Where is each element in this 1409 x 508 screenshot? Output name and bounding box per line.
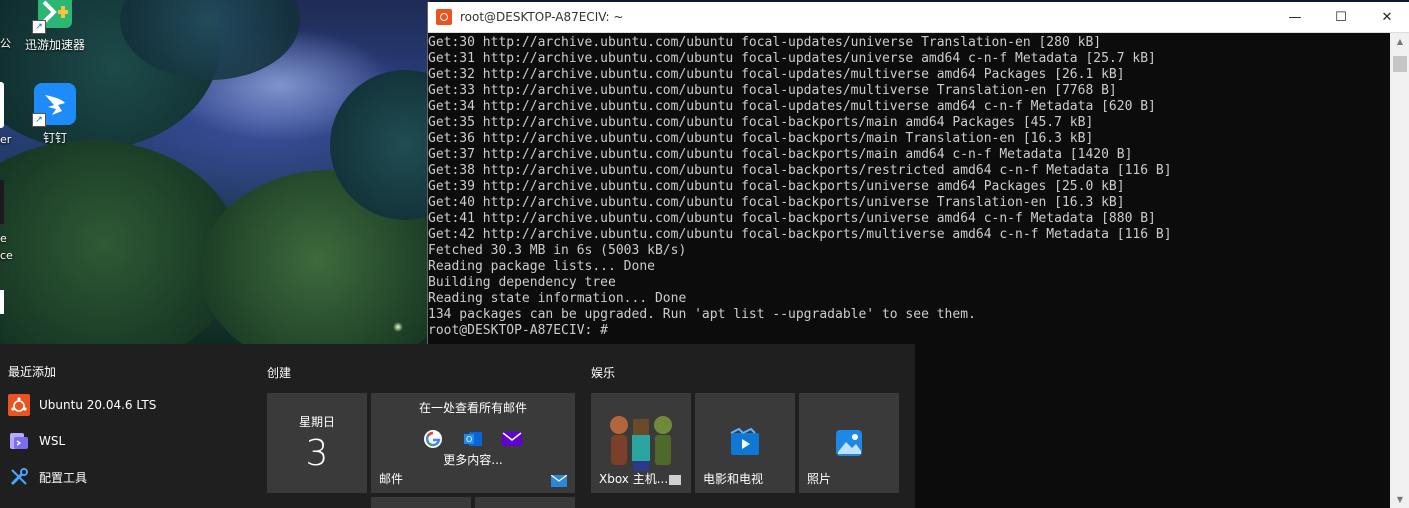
dingtalk-icon: ↗	[32, 83, 76, 127]
calendar-weekday: 星期日	[298, 415, 335, 429]
vertical-scrollbar[interactable]: ▲ ▼	[1390, 33, 1409, 508]
maximize-button[interactable]: ☐	[1318, 2, 1364, 32]
xbox-tile[interactable]: Xbox 主机...	[591, 393, 691, 493]
shortcut-arrow-icon: ↗	[32, 113, 46, 127]
minimize-button[interactable]: —	[1272, 2, 1318, 32]
scroll-thumb[interactable]	[1393, 56, 1407, 72]
terminal-line: root@DESKTOP-A87ECIV: #	[428, 323, 609, 338]
play-group-heading: 娱乐	[591, 366, 616, 380]
movies-tv-tile-label: 电影和电视	[703, 472, 764, 486]
mail-tile-more: 更多内容...	[443, 453, 503, 467]
desktop-icon-dingtalk[interactable]: ↗ 钉钉	[17, 83, 93, 146]
photos-tile[interactable]: 照片	[799, 393, 899, 493]
photos-tile-label: 照片	[807, 472, 832, 486]
recent-item-wsl[interactable]: WSL	[8, 426, 65, 456]
terminal-line: Reading package lists... Done	[428, 259, 655, 274]
yahoo-mail-icon	[501, 429, 523, 449]
terminal-line: Get:36 http://archive.ubuntu.com/ubuntu …	[428, 131, 1094, 146]
terminal-line: Get:41 http://archive.ubuntu.com/ubuntu …	[428, 211, 1156, 226]
calendar-day: 3	[305, 433, 329, 474]
edge-label: e	[0, 232, 7, 245]
xunyou-accelerator-icon: ↗	[32, 0, 76, 34]
terminal-line: Get:33 http://archive.ubuntu.com/ubuntu …	[428, 83, 1117, 98]
outlook-icon: O	[463, 429, 483, 449]
recent-item-label: WSL	[39, 434, 66, 448]
xbox-badge-icon	[669, 475, 681, 485]
partial-icon[interactable]	[0, 82, 4, 128]
edge-label: 公	[0, 37, 11, 50]
movies-tv-tile[interactable]: 电影和电视	[695, 393, 795, 493]
scroll-up-arrow-icon[interactable]: ▲	[1390, 33, 1409, 50]
terminal-line: Get:30 http://archive.ubuntu.com/ubuntu …	[428, 35, 1102, 50]
window-title: root@DESKTOP-A87ECIV: ~	[460, 10, 624, 24]
terminal-line: Fetched 30.3 MB in 6s (5003 kB/s)	[428, 243, 687, 258]
terminal-line: Get:32 http://archive.ubuntu.com/ubuntu …	[428, 67, 1125, 82]
terminal-line: Get:42 http://archive.ubuntu.com/ubuntu …	[428, 227, 1172, 242]
terminal-line: Get:37 http://archive.ubuntu.com/ubuntu …	[428, 147, 1133, 162]
mail-tile[interactable]: 在一处查看所有邮件 O 更多内容... 邮件	[371, 393, 575, 493]
partial-tile[interactable]	[475, 497, 575, 508]
close-button[interactable]: ✕	[1364, 2, 1409, 32]
recently-added-heading: 最近添加	[8, 365, 57, 379]
desktop-icon-xunyou[interactable]: ↗ 迅游加速器	[17, 0, 93, 53]
firefly-glow	[393, 322, 403, 332]
edge-label: er	[0, 133, 12, 146]
svg-text:O: O	[466, 435, 472, 444]
mail-tile-header: 在一处查看所有邮件	[418, 401, 527, 415]
calendar-tile[interactable]: 星期日 3	[267, 393, 367, 493]
google-icon	[423, 429, 443, 449]
terminal-line: Get:31 http://archive.ubuntu.com/ubuntu …	[428, 51, 1156, 66]
recent-item-label: 配置工具	[39, 470, 88, 485]
terminal-line: Building dependency tree	[428, 275, 616, 290]
mail-envelope-icon	[550, 474, 568, 487]
recent-item-ubuntu[interactable]: Ubuntu 20.04.6 LTS	[8, 390, 156, 420]
ubuntu-app-icon	[436, 9, 452, 25]
terminal-line: Get:35 http://archive.ubuntu.com/ubuntu …	[428, 115, 1094, 130]
xbox-avatars-image	[601, 411, 681, 473]
ubuntu-icon	[8, 394, 30, 416]
scroll-down-arrow-icon[interactable]: ▼	[1390, 491, 1409, 508]
start-menu: 最近添加 Ubuntu 20.04.6 LTS WSL 配置工具 创建 娱乐 星…	[0, 344, 915, 508]
terminal-line: Reading state information... Done	[428, 291, 687, 306]
mail-tile-label: 邮件	[379, 472, 404, 486]
edge-label: ce	[0, 249, 13, 262]
recent-item-tools[interactable]: 配置工具	[8, 462, 87, 492]
terminal-line: 134 packages can be upgraded. Run 'apt l…	[428, 307, 976, 322]
terminal-line: Get:39 http://archive.ubuntu.com/ubuntu …	[428, 179, 1125, 194]
movies-tv-icon	[729, 427, 761, 459]
terminal-line: Get:38 http://archive.ubuntu.com/ubuntu …	[428, 163, 1172, 178]
partial-icon[interactable]	[0, 180, 4, 224]
wsl-icon	[8, 430, 30, 452]
create-group-heading: 创建	[267, 366, 292, 380]
desktop-icon-label: 钉钉	[42, 131, 67, 145]
tools-icon	[8, 466, 30, 488]
desktop-wallpaper: 公 er e ce ↗ 迅游加速器 ↗ 钉钉	[0, 0, 430, 345]
terminal-line: Get:40 http://archive.ubuntu.com/ubuntu …	[428, 195, 1125, 210]
recent-item-label: Ubuntu 20.04.6 LTS	[39, 398, 157, 412]
desktop-icon-label: 迅游加速器	[24, 38, 85, 52]
photos-icon	[833, 427, 865, 459]
shortcut-arrow-icon: ↗	[32, 20, 46, 34]
xbox-tile-label: Xbox 主机...	[599, 472, 669, 486]
terminal-line: Get:34 http://archive.ubuntu.com/ubuntu …	[428, 99, 1156, 114]
partial-icon[interactable]	[0, 290, 4, 314]
partial-tile[interactable]	[371, 497, 471, 508]
title-bar[interactable]: root@DESKTOP-A87ECIV: ~ — ☐ ✕	[428, 2, 1409, 33]
